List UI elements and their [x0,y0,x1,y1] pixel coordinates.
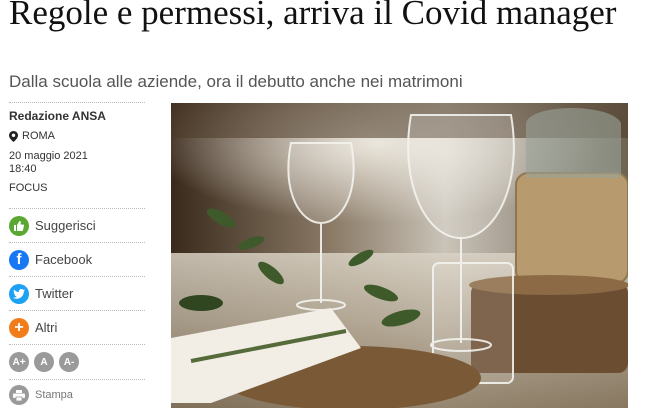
twitter-share-button[interactable]: Twitter [9,277,145,310]
plus-icon: + [9,317,29,338]
print-button[interactable]: Stampa [9,380,145,410]
facebook-share-button[interactable]: f Facebook [9,243,145,276]
pin-icon [9,130,18,142]
more-share-label: Altri [35,320,58,335]
date-label: 20 maggio 2021 [9,150,88,162]
thumb-up-icon [9,215,29,236]
article-photo[interactable] [171,103,628,408]
location-label: ROMA [22,130,55,142]
print-icon [9,385,29,405]
facebook-icon: f [9,249,29,270]
twitter-icon [9,283,29,304]
suggest-button[interactable]: Suggerisci [9,209,145,242]
time-label: 18:40 [9,163,37,175]
twitter-label: Twitter [35,286,74,301]
section-label[interactable]: FOCUS [9,182,145,194]
font-size-controls: A+ A A- [9,345,145,379]
divider [9,102,145,103]
font-increase-button[interactable]: A+ [9,352,29,372]
publish-date: 20 maggio 2021 18:40 [9,150,145,176]
font-decrease-button[interactable]: A- [59,352,79,372]
article-subtitle: Dalla scuola alle aziende, ora il debutt… [9,72,463,91]
suggest-label: Suggerisci [35,218,96,233]
font-reset-button[interactable]: A [34,352,54,372]
facebook-label: Facebook [35,252,93,267]
more-share-button[interactable]: + Altri [9,311,145,344]
wedding-table-image [171,103,628,408]
print-label: Stampa [35,389,73,401]
location: ROMA [9,130,145,142]
article-title: Regole e permessi, arriva il Covid manag… [9,0,617,32]
article-sidebar: Redazione ANSA ROMA 20 maggio 2021 18:40… [9,102,145,410]
author-name[interactable]: Redazione ANSA [9,109,145,123]
